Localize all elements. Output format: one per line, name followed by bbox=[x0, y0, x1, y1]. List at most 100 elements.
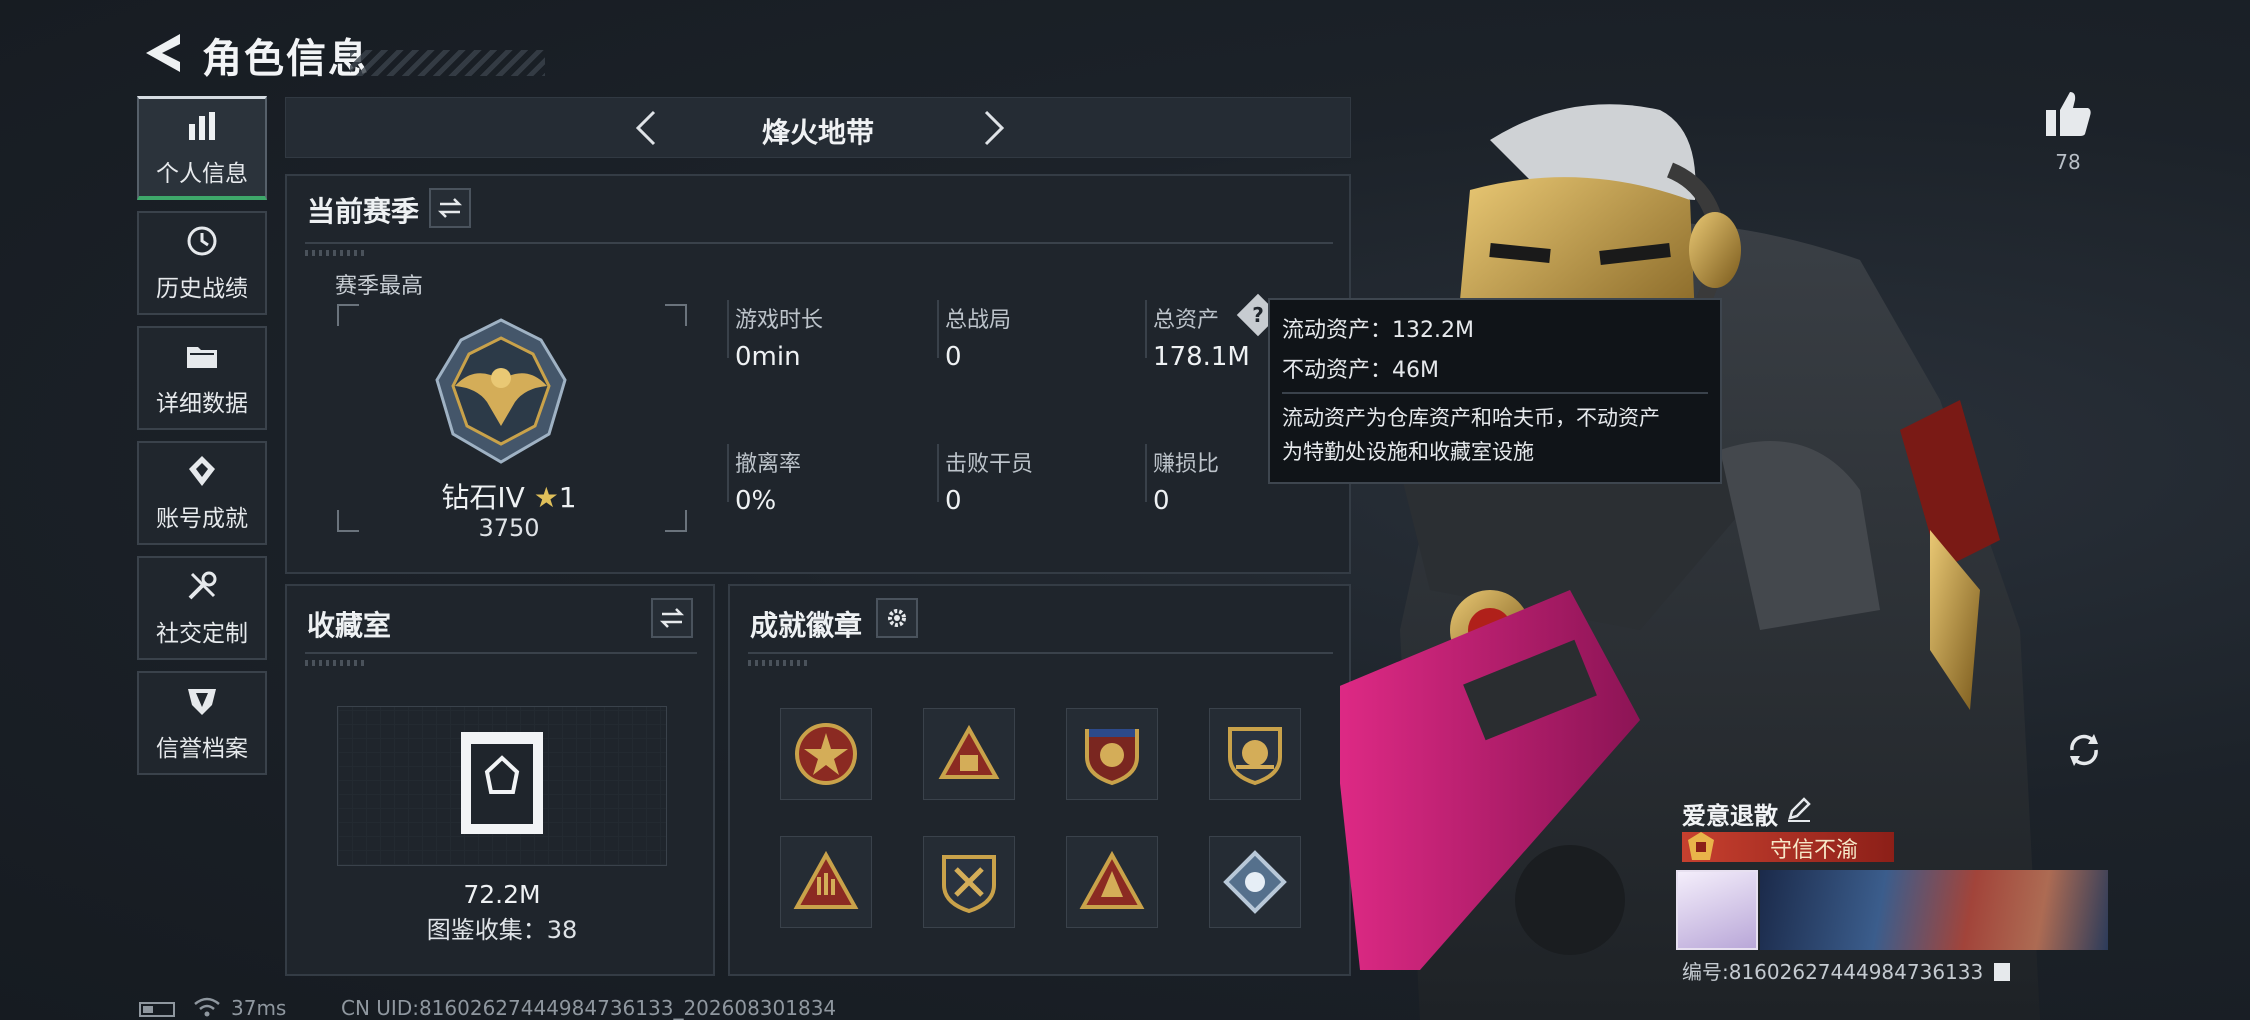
rank-name: 钻石IV bbox=[441, 481, 525, 514]
divider bbox=[727, 300, 729, 358]
season-switch-button[interactable] bbox=[429, 188, 471, 228]
stat-label: 击败干员 bbox=[945, 452, 1034, 477]
ping-text: 37ms bbox=[231, 996, 287, 1020]
collection-switch-button[interactable] bbox=[651, 598, 693, 638]
thumbs-up-icon[interactable] bbox=[2042, 88, 2094, 140]
triangle-badge-icon bbox=[1079, 850, 1145, 909]
shield-cross-badge-icon bbox=[942, 855, 996, 914]
badge-triangle[interactable] bbox=[1066, 836, 1158, 928]
stat-label: 总资产 bbox=[1153, 308, 1220, 333]
sidebar-item-label: 个人信息 bbox=[156, 160, 248, 187]
achievements-panel: 成就徽章 bbox=[728, 584, 1351, 976]
avatar[interactable] bbox=[1676, 870, 1758, 950]
collection-panel: 收藏室 72.2M 图鉴收集：38 bbox=[285, 584, 715, 976]
shield-emblem-icon bbox=[188, 689, 216, 715]
mode-selector: 烽火地带 bbox=[285, 97, 1351, 158]
reputation-emblem-icon bbox=[1688, 832, 1714, 860]
pencil-icon[interactable] bbox=[1784, 794, 1814, 824]
sidebar-item-achievements[interactable]: 账号成就 bbox=[137, 441, 267, 545]
divider bbox=[1282, 392, 1708, 394]
decor-dots bbox=[748, 660, 808, 666]
divider bbox=[305, 652, 697, 654]
badge-hand[interactable] bbox=[780, 836, 872, 928]
divider bbox=[1145, 300, 1147, 358]
season-best-label: 赛季最高 bbox=[335, 274, 424, 299]
page-title: 角色信息 bbox=[202, 36, 370, 82]
fixed-assets: 不动资产：46M bbox=[1282, 358, 1439, 383]
history-icon bbox=[187, 226, 217, 256]
vault-icon bbox=[461, 732, 543, 834]
rank-stars: 1 bbox=[558, 481, 577, 514]
badge-shield-star[interactable] bbox=[1066, 708, 1158, 800]
stat-label: 总战局 bbox=[945, 308, 1012, 333]
badge-star[interactable] bbox=[780, 708, 872, 800]
shield-star-badge-icon bbox=[1085, 729, 1139, 786]
back-arrow-icon[interactable] bbox=[140, 28, 190, 78]
liquid-assets: 流动资产：132.2M bbox=[1282, 318, 1474, 343]
badge-diamond[interactable] bbox=[1209, 836, 1301, 928]
pyramid-badge-icon bbox=[938, 724, 1000, 779]
gear-icon bbox=[888, 609, 906, 627]
player-name: 爱意退散 bbox=[1682, 802, 1778, 830]
achievements-title: 成就徽章 bbox=[750, 609, 863, 642]
swap-icon bbox=[659, 608, 685, 628]
collection-value: 72.2M bbox=[463, 880, 541, 909]
asset-description-line: 流动资产为仓库资产和哈夫币，不动资产 bbox=[1282, 406, 1660, 430]
badge-shield-gun[interactable] bbox=[1209, 708, 1301, 800]
divider bbox=[937, 444, 939, 502]
achievements-settings-button[interactable] bbox=[876, 598, 918, 638]
sidebar: 个人信息 历史战绩 详细数据 账号成就 社交定制 信誉档案 bbox=[137, 96, 267, 786]
player-title: 守信不渝 bbox=[1770, 838, 1859, 863]
rank-line: 钻石IV ★1 bbox=[429, 476, 589, 516]
sidebar-item-label: 详细数据 bbox=[156, 391, 248, 417]
sidebar-item-label: 信誉档案 bbox=[156, 736, 248, 762]
profile-card: 爱意退散 守信不渝 编号:81602627444984736133 bbox=[1674, 790, 2110, 985]
decor-dots bbox=[305, 660, 365, 666]
stat-value: 178.1M bbox=[1153, 342, 1250, 372]
stat-value: 0 bbox=[945, 342, 962, 372]
diamond-badge-icon bbox=[1223, 850, 1287, 914]
frame-corner bbox=[337, 304, 359, 326]
sidebar-item-detail-data[interactable]: 详细数据 bbox=[137, 326, 267, 430]
sidebar-item-history[interactable]: 历史战绩 bbox=[137, 211, 267, 315]
bar-chart-icon bbox=[189, 111, 215, 140]
stat-value: 0min bbox=[735, 342, 801, 372]
status-bar: 37ms CN UID:81602627444984736133_2026083… bbox=[137, 996, 1037, 1020]
stat-label: 游戏时长 bbox=[735, 308, 824, 333]
sidebar-item-social[interactable]: 社交定制 bbox=[137, 556, 267, 660]
shield-gun-badge-icon bbox=[1228, 727, 1282, 786]
sidebar-item-reputation[interactable]: 信誉档案 bbox=[137, 671, 267, 775]
stat-value: 0 bbox=[945, 486, 962, 516]
frame-corner bbox=[337, 510, 359, 532]
folder-icon bbox=[187, 347, 217, 368]
chevron-right-icon[interactable] bbox=[974, 108, 1014, 148]
divider bbox=[305, 242, 1333, 244]
sidebar-item-label: 社交定制 bbox=[156, 621, 248, 647]
badge-pyramid[interactable] bbox=[923, 708, 1015, 800]
divider bbox=[748, 652, 1333, 654]
medal-icon bbox=[189, 456, 215, 486]
sidebar-item-personal-info[interactable]: 个人信息 bbox=[137, 96, 267, 200]
stat-label: 撤离率 bbox=[735, 452, 802, 477]
profile-banner bbox=[1760, 870, 2108, 950]
player-id: 编号:81602627444984736133 bbox=[1682, 956, 2010, 985]
season-title: 当前赛季 bbox=[307, 195, 420, 228]
mode-title: 烽火地带 bbox=[761, 116, 874, 149]
like-count: 78 bbox=[2055, 150, 2081, 174]
stat-value: 0 bbox=[1153, 486, 1170, 516]
star-badge-icon bbox=[795, 723, 857, 785]
sidebar-item-label: 历史战绩 bbox=[156, 276, 248, 302]
sidebar-item-label: 账号成就 bbox=[156, 506, 248, 532]
copy-icon[interactable] bbox=[1993, 963, 2010, 981]
collection-title: 收藏室 bbox=[307, 609, 392, 642]
diamond-rank-emblem-icon bbox=[435, 318, 567, 464]
uid-text: CN UID:81602627444984736133_202608301834 bbox=[341, 996, 837, 1020]
stat-label: 赚损比 bbox=[1153, 452, 1220, 477]
asset-tooltip: 流动资产：132.2M 不动资产：46M 流动资产为仓库资产和哈夫币，不动资产 … bbox=[1268, 298, 1722, 484]
wifi-icon bbox=[194, 997, 220, 1017]
season-panel: 当前赛季 赛季最高 钻石IV ★1 3750 游戏时长 0min 总战局 0 总… bbox=[285, 174, 1351, 574]
catalog-count: 图鉴收集：38 bbox=[426, 916, 578, 944]
badge-shield-cross[interactable] bbox=[923, 836, 1015, 928]
stat-value: 0% bbox=[735, 486, 777, 516]
rotate-icon[interactable] bbox=[2060, 726, 2108, 774]
